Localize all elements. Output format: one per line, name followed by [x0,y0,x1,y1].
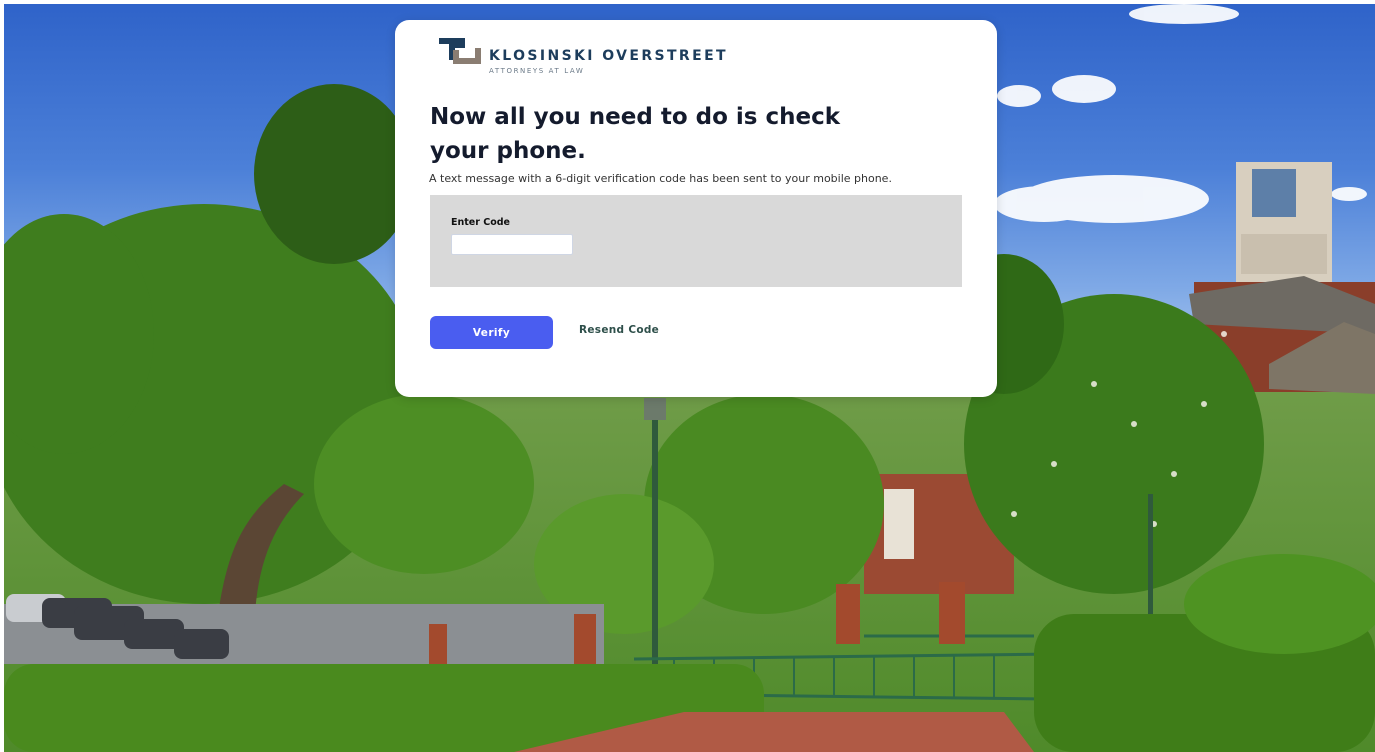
resend-code-button[interactable]: Resend Code [579,324,659,336]
page-subtitle: A text message with a 6-digit verificati… [429,172,892,185]
brand-logo: KLOSINSKI OVERSTREET ATTORNEYS AT LAW [439,38,728,78]
brand-name: KLOSINSKI OVERSTREET [489,48,728,64]
verify-button[interactable]: Verify [430,316,553,349]
verification-card: KLOSINSKI OVERSTREET ATTORNEYS AT LAW No… [395,20,997,397]
code-panel: Enter Code [430,195,962,287]
brand-mark-icon [439,38,481,64]
code-label: Enter Code [451,217,510,228]
page-title: Now all you need to do is check your pho… [430,104,841,164]
brand-tagline: ATTORNEYS AT LAW [489,67,585,75]
code-input[interactable] [451,234,573,255]
